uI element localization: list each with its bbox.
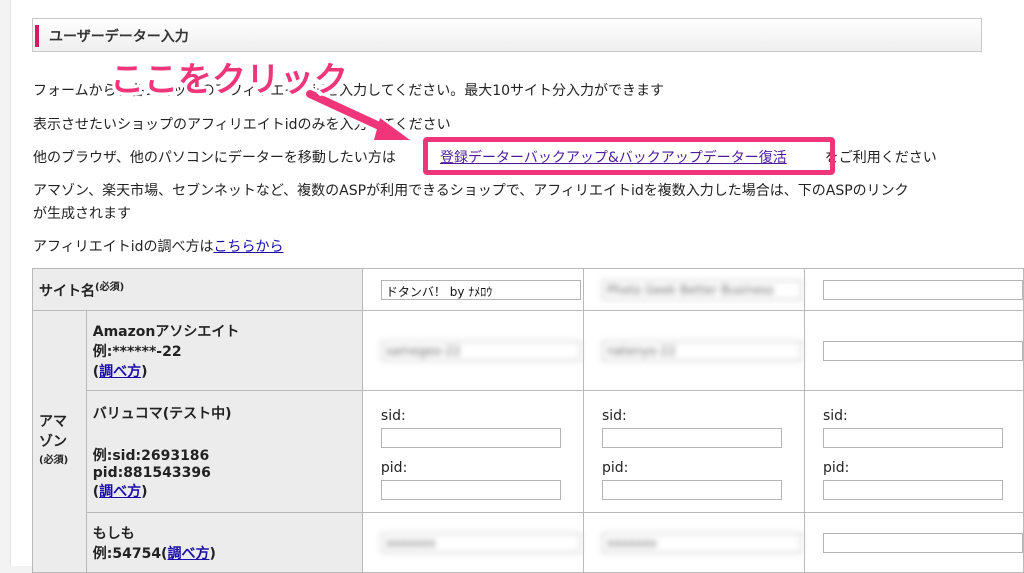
moshimo-input-3[interactable] [822,532,1023,553]
sid-label: sid: [601,407,627,424]
valuecommerce-pid-input-1[interactable] [380,479,561,500]
valuecommerce-example-sid: 例:sid:2693186 [92,447,210,464]
table-row: バリュコマ(テスト中) 例:sid:2693186 pid:881543396 … [33,390,1024,513]
section-accent-bar [35,25,39,47]
amazon-input-2[interactable]: natenyo-22 [601,340,802,361]
intro-line-6: アフィリエイトidの調べ方はこちらから [33,236,284,256]
backup-link-wrap: 登録データーバックアップ&バックアップデーター復活 [440,147,787,167]
section-title: ユーザーデーター入力 [49,29,189,45]
howto-link[interactable]: こちらから [214,239,284,255]
intro-line-4: アマゾン、楽天市場、セブンネットなど、複数のASPが利用できるショップで、アフィ… [33,183,909,199]
sid-label: sid: [822,407,848,424]
valuecommerce-howto-link[interactable]: 調べ方 [99,484,141,500]
valuecommerce-pid-input-2[interactable] [601,479,782,500]
amazon-howto-link[interactable]: 調べ方 [99,364,141,380]
user-data-table: サイト名(必須) ドタンバ！ by ﾅﾒﾛｳ Photo Geek Better… [32,268,1024,573]
moshimo-howto-link[interactable]: 調べ方 [167,546,209,562]
valuecommerce-title: バリュコマ(テスト中) [92,405,232,422]
site-name-input-2[interactable]: Photo Geek Better Business [601,279,802,300]
intro-line-5: が生成されます [33,206,131,222]
amazon-title: Amazonアソシエイト [92,323,240,340]
backup-restore-link[interactable]: 登録データーバックアップ&バックアップデーター復活 [440,150,787,166]
intro-line-3-post: をご利用ください [824,150,937,166]
pid-label: pid: [601,459,629,476]
valuecommerce-sid-input-2[interactable] [601,427,782,448]
valuecommerce-sid-input-1[interactable] [380,427,561,448]
amazon-required-label: (必須) [39,454,69,466]
callout-text: ここをクリック [110,60,348,100]
amazon-group-label: アマゾン [39,413,67,450]
table-row: アマゾン(必須) Amazonアソシエイト 例:******-22 (調べ方) … [32,310,1024,573]
section-header: ユーザーデーター入力 [32,18,982,52]
site-name-input-3[interactable] [822,279,1023,300]
amazon-howto-wrap: (調べ方) [92,363,148,380]
amazon-label-cell: Amazonアソシエイト 例:******-22 (調べ方) [85,310,363,391]
sid-label: sid: [380,407,406,424]
valuecommerce-howto-wrap: (調べ方) [92,483,148,500]
site-name-label: サイト名 [39,283,95,300]
amazon-example: 例:******-22 [92,343,182,360]
site-name-label-cell: サイト名(必須) [32,268,363,311]
moshimo-example: 例:54754( [92,545,168,562]
pid-label: pid: [380,459,408,476]
amazon-input-3[interactable] [822,340,1023,361]
table-row: サイト名(必須) ドタンバ！ by ﾅﾒﾛｳ Photo Geek Better… [32,268,1024,311]
pid-label: pid: [822,459,850,476]
moshimo-example-close: ) [209,545,216,562]
intro-line-6-pre: アフィリエイトidの調べ方は [33,239,214,255]
valuecommerce-example-pid: pid:881543396 [92,464,211,481]
required-label: (必須) [95,282,125,294]
moshimo-label-cell: もしも 例:54754(調べ方) [85,512,363,573]
intro-line-3-pre: 他のブラウザ、他のパソコンにデーターを移動したい方は [33,150,396,166]
site-name-input-1[interactable]: ドタンバ！ by ﾅﾒﾛｳ [380,279,581,300]
moshimo-input-2[interactable]: xxxxxxx [601,532,802,553]
valuecommerce-pid-input-3[interactable] [822,479,1003,500]
moshimo-example-wrap: 例:54754(調べ方) [93,543,356,563]
moshimo-input-1[interactable]: xxxxxxx [380,532,581,553]
amazon-group-cell: アマゾン (必須) [32,310,87,573]
valuecommerce-sid-input-3[interactable] [822,427,1003,448]
valuecommerce-label-cell: バリュコマ(テスト中) 例:sid:2693186 pid:881543396 … [85,390,363,513]
amazon-input-1[interactable]: samegeo-22 [380,340,581,361]
moshimo-title: もしも [92,525,135,542]
table-row: もしも 例:54754(調べ方) xxxxxxx xxxxxxx [33,512,1024,573]
